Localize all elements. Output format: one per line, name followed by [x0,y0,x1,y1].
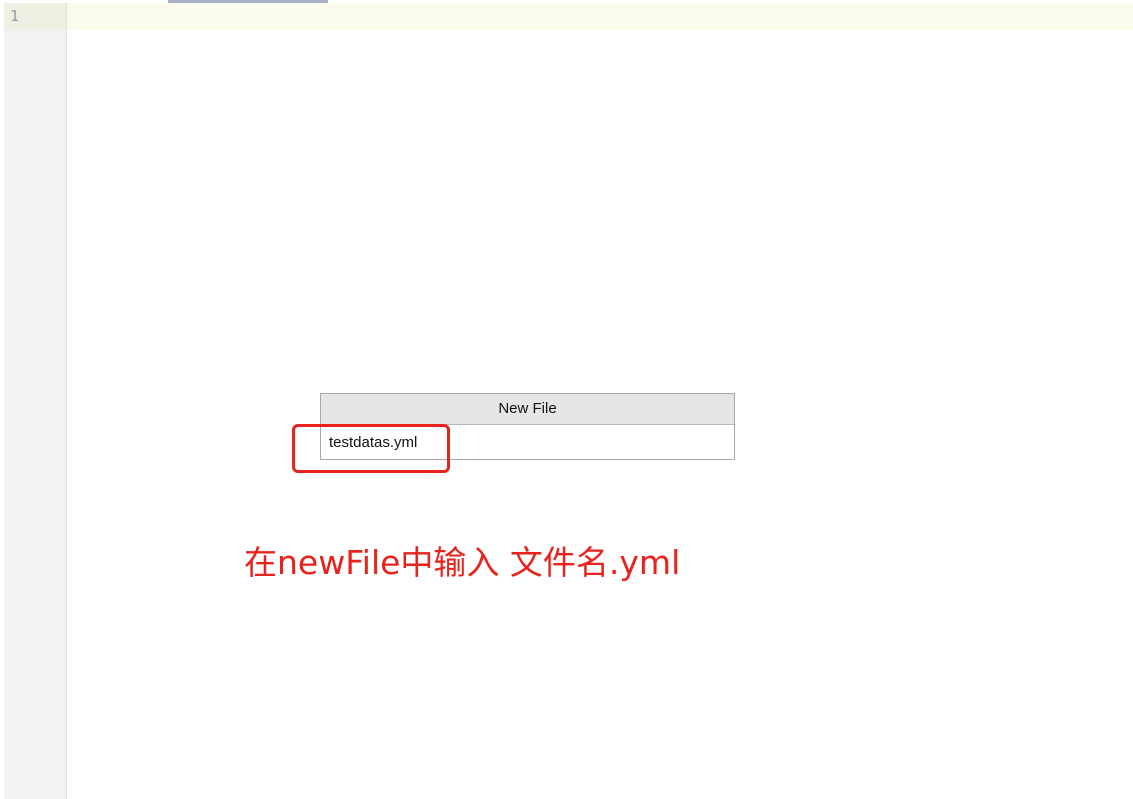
code-editor[interactable]: 1 New File 在newFile中输入 文件名.yml [0,0,1133,799]
line-number-gutter: 1 [4,3,67,799]
annotation-highlight-box [292,424,450,473]
current-line-highlight[interactable] [67,3,1133,30]
annotation-text: 在newFile中输入 文件名.yml [244,543,681,582]
dialog-title: New File [321,394,734,425]
line-number: 1 [10,7,20,25]
